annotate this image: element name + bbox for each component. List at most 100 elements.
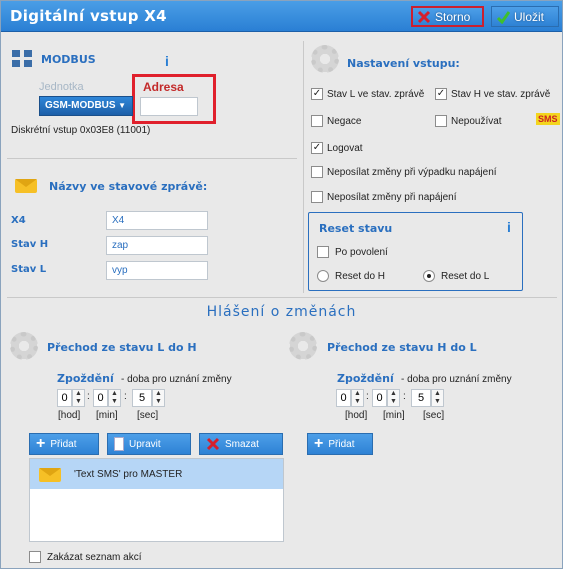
right-unit-min: [min]	[383, 410, 405, 421]
x4-name-input[interactable]: X4	[106, 211, 208, 230]
ulozit-button[interactable]: Uložit	[491, 6, 559, 27]
sms-badge: SMS	[536, 113, 560, 125]
left-unit-hod: [hod]	[58, 410, 81, 421]
reset-h-radio[interactable]	[317, 270, 329, 282]
left-unit-sec: [sec]	[137, 410, 159, 421]
neposilat-napajeni-label: Neposílat změny při napájení	[327, 192, 457, 203]
adresa-label: Adresa	[143, 80, 184, 94]
window-title: Digitální vstup X4	[10, 7, 167, 25]
negace-checkbox[interactable]	[311, 115, 323, 127]
envelope-icon	[15, 179, 37, 193]
left-sec-value: 5	[132, 389, 152, 407]
column-divider	[303, 41, 304, 293]
envelope-icon	[39, 468, 61, 482]
neposilat-napajeni-checkbox[interactable]	[311, 191, 323, 203]
gear-icon	[10, 332, 38, 360]
right-min-value: 0	[372, 389, 387, 407]
nazvy-title: Názvy ve stavové zprávě:	[49, 180, 208, 193]
smazat-label: Smazat	[225, 438, 259, 450]
action-list: 'Text SMS' pro MASTER	[29, 458, 284, 542]
jednotka-label: Jednotka	[39, 81, 84, 93]
colon-separator: :	[124, 391, 127, 402]
list-item[interactable]: 'Text SMS' pro MASTER	[30, 459, 283, 489]
pridat-right-label: Přidat	[328, 438, 355, 450]
modbus-title: MODBUS	[41, 53, 96, 66]
address-note: Diskrétní vstup 0x03E8 (11001)	[11, 125, 151, 136]
nepouzivat-checkbox[interactable]	[435, 115, 447, 127]
stav-h-checkbox[interactable]: ✓	[435, 88, 447, 100]
list-item-label: 'Text SMS' pro MASTER	[74, 469, 183, 480]
delete-icon	[206, 437, 220, 451]
spinner-arrows-icon[interactable]: ▲ ▼	[108, 389, 121, 407]
smazat-button[interactable]: Smazat	[199, 433, 283, 455]
po-povoleni-checkbox[interactable]	[317, 246, 329, 258]
right-unit-hod: [hod]	[345, 410, 368, 421]
divider-hlaseni	[7, 297, 557, 298]
left-sec-spinner[interactable]: 5 ▲ ▼	[132, 389, 165, 407]
adresa-input[interactable]	[140, 97, 198, 116]
ulozit-label: Uložit	[514, 9, 545, 24]
label-stav-h: Stav H	[11, 239, 49, 250]
pridat-button[interactable]: + Přidat	[29, 433, 99, 455]
divider-modbus	[7, 158, 297, 159]
zakazat-label: Zakázat seznam akcí	[47, 552, 142, 563]
stav-l-label: Stav L ve stav. zprávě	[327, 89, 425, 100]
reset-box: Reset stavu i Po povolení Reset do H Res…	[308, 212, 523, 291]
logovat-checkbox[interactable]: ✓	[311, 142, 323, 154]
logovat-label: Logovat	[327, 143, 363, 154]
colon-separator: :	[87, 391, 90, 402]
right-zpozdeni-label: Zpoždění	[337, 372, 394, 385]
right-zpozdeni-note: - doba pro uznání změny	[401, 374, 512, 385]
left-min-value: 0	[93, 389, 108, 407]
left-hod-value: 0	[57, 389, 72, 407]
left-min-spinner[interactable]: 0 ▲ ▼	[93, 389, 121, 407]
nepouzivat-label: Nepoužívat	[451, 116, 502, 127]
right-sec-value: 5	[411, 389, 431, 407]
right-hod-value: 0	[336, 389, 351, 407]
close-icon	[417, 10, 431, 23]
right-min-spinner[interactable]: 0 ▲ ▼	[372, 389, 400, 407]
title-bar: Digitální vstup X4 Storno Uložit	[1, 1, 562, 32]
left-hod-spinner[interactable]: 0 ▲ ▼	[57, 389, 85, 407]
storno-label: Storno	[435, 9, 471, 24]
right-hod-spinner[interactable]: 0 ▲ ▼	[336, 389, 364, 407]
plus-icon: +	[36, 435, 46, 452]
neposilat-vypadek-checkbox[interactable]	[311, 166, 323, 178]
device-select[interactable]: GSM-MODBUS ▼	[39, 96, 133, 116]
stav-l-checkbox[interactable]: ✓	[311, 88, 323, 100]
stav-h-input[interactable]: zap	[106, 236, 208, 255]
check-icon	[496, 10, 510, 24]
spinner-arrows-icon[interactable]: ▲ ▼	[431, 389, 444, 407]
reset-title: Reset stavu	[319, 222, 393, 235]
right-transition-title: Přechod ze stavu H do L	[327, 341, 477, 354]
stav-l-input[interactable]: vyp	[106, 261, 208, 280]
dialog-window: Digitální vstup X4 Storno Uložit MODBUS …	[0, 0, 563, 569]
reset-h-label: Reset do H	[335, 271, 386, 282]
colon-separator: :	[366, 391, 369, 402]
left-zpozdeni-label: Zpoždění	[57, 372, 114, 385]
negace-label: Negace	[327, 116, 362, 127]
reset-l-radio[interactable]	[423, 270, 435, 282]
zakazat-checkbox[interactable]	[29, 551, 41, 563]
upravit-button[interactable]: Upravit	[107, 433, 191, 455]
right-unit-sec: [sec]	[423, 410, 445, 421]
pridat-right-button[interactable]: + Přidat	[307, 433, 373, 455]
right-sec-spinner[interactable]: 5 ▲ ▼	[411, 389, 444, 407]
nastaveni-title: Nastavení vstupu:	[347, 57, 460, 70]
spinner-arrows-icon[interactable]: ▲ ▼	[72, 389, 85, 407]
colon-separator: :	[403, 391, 406, 402]
reset-info-icon[interactable]: i	[507, 219, 511, 235]
modbus-info-icon[interactable]: i	[165, 53, 169, 69]
left-transition-title: Přechod ze stavu L do H	[47, 341, 197, 354]
spinner-arrows-icon[interactable]: ▲ ▼	[152, 389, 165, 407]
storno-button[interactable]: Storno	[411, 6, 484, 27]
reset-l-label: Reset do L	[441, 271, 490, 282]
spinner-arrows-icon[interactable]: ▲ ▼	[351, 389, 364, 407]
spinner-arrows-icon[interactable]: ▲ ▼	[387, 389, 400, 407]
po-povoleni-label: Po povolení	[335, 247, 388, 258]
upravit-label: Upravit	[129, 438, 161, 450]
gear-icon	[289, 332, 317, 360]
device-select-value: GSM-MODBUS	[45, 100, 116, 111]
network-icon	[12, 50, 32, 67]
plus-icon: +	[314, 435, 324, 452]
